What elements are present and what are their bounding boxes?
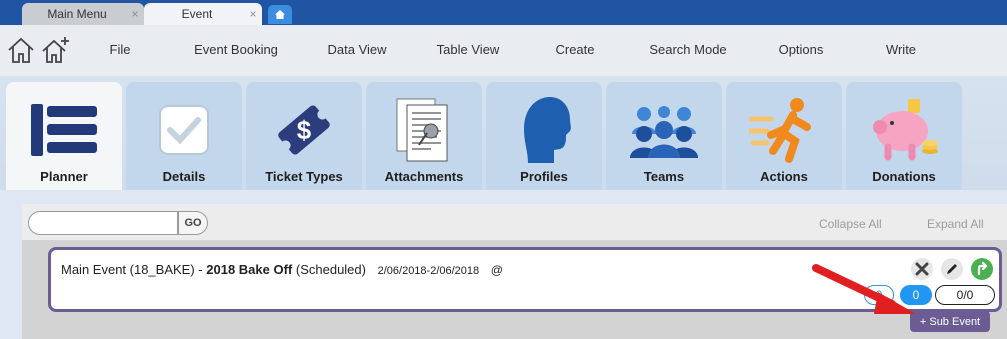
module-label: Profiles bbox=[520, 169, 568, 184]
tab-event[interactable]: Event × bbox=[144, 3, 262, 25]
home-add-icon bbox=[42, 37, 69, 63]
open-event-button[interactable] bbox=[971, 258, 993, 280]
people-group-icon bbox=[626, 92, 702, 168]
module-planner[interactable]: Planner bbox=[6, 82, 122, 190]
module-bar: Planner Details $ Ticket Types Attachmen… bbox=[0, 76, 1007, 190]
go-arrow-icon bbox=[977, 262, 988, 276]
documents-paperclip-icon bbox=[386, 92, 462, 168]
menu-options[interactable]: Options bbox=[779, 42, 824, 57]
menu-event-booking[interactable]: Event Booking bbox=[194, 42, 278, 57]
piggy-bank-icon bbox=[866, 92, 942, 168]
event-dates: 2/06/2018-2/06/2018 bbox=[377, 265, 480, 277]
module-attachments[interactable]: Attachments bbox=[366, 82, 482, 190]
edit-event-button[interactable] bbox=[941, 258, 963, 280]
close-icon[interactable]: × bbox=[126, 7, 144, 21]
new-tab-home-button[interactable] bbox=[268, 5, 292, 24]
close-icon[interactable]: × bbox=[244, 7, 262, 21]
module-actions[interactable]: Actions bbox=[726, 82, 842, 190]
planner-toolbar: GO Collapse All Expand All bbox=[22, 204, 1007, 240]
event-title: Main Event (18_BAKE) - 2018 Bake Off (Sc… bbox=[61, 262, 503, 277]
module-label: Ticket Types bbox=[265, 169, 343, 184]
delete-event-button[interactable] bbox=[911, 258, 933, 280]
module-label: Details bbox=[162, 169, 206, 184]
close-icon bbox=[915, 262, 929, 276]
module-ticket-types[interactable]: $ Ticket Types bbox=[246, 82, 362, 190]
home-icon bbox=[275, 10, 285, 19]
tab-strip: Main Menu × Event × bbox=[0, 0, 1007, 25]
event-prefix: Main Event (18_BAKE) - bbox=[61, 262, 203, 277]
collapse-all-button[interactable]: Collapse All bbox=[819, 217, 882, 231]
planner-icon bbox=[26, 92, 102, 168]
home-icon bbox=[8, 37, 34, 63]
menu-bar: File Event Booking Data View Table View … bbox=[0, 25, 1007, 76]
count-badge[interactable]: 0 bbox=[864, 285, 894, 305]
tab-label: Event bbox=[181, 7, 213, 21]
module-label: Attachments bbox=[384, 169, 464, 184]
menu-write[interactable]: Write bbox=[886, 42, 916, 57]
running-man-icon bbox=[746, 92, 822, 168]
home-button[interactable] bbox=[6, 35, 36, 65]
module-label: Actions bbox=[760, 169, 808, 184]
module-teams[interactable]: Teams bbox=[606, 82, 722, 190]
expand-all-button[interactable]: Expand All bbox=[927, 217, 984, 231]
count-badge[interactable]: 0/0 bbox=[935, 285, 995, 305]
menu-file[interactable]: File bbox=[110, 42, 131, 57]
menu-data-view[interactable]: Data View bbox=[327, 42, 386, 57]
event-status: (Scheduled) bbox=[295, 262, 366, 277]
home-add-button[interactable] bbox=[40, 35, 70, 65]
module-label: Planner bbox=[40, 169, 88, 184]
menu-search-mode[interactable]: Search Mode bbox=[649, 42, 726, 57]
go-button[interactable]: GO bbox=[178, 211, 208, 235]
pencil-icon bbox=[947, 264, 957, 274]
module-donations[interactable]: Donations bbox=[846, 82, 962, 190]
module-details[interactable]: Details bbox=[126, 82, 242, 190]
menu-create[interactable]: Create bbox=[555, 42, 594, 57]
add-sub-event-button[interactable]: + Sub Event bbox=[910, 311, 990, 332]
module-label: Donations bbox=[872, 169, 936, 184]
event-card[interactable]: Main Event (18_BAKE) - 2018 Bake Off (Sc… bbox=[48, 247, 1002, 312]
module-label: Teams bbox=[643, 169, 685, 184]
event-location: @ bbox=[490, 263, 503, 277]
planner-panel: GO Collapse All Expand All Main Event (1… bbox=[22, 204, 1007, 339]
menu-table-view[interactable]: Table View bbox=[437, 42, 500, 57]
svg-text:$: $ bbox=[297, 115, 312, 145]
ticket-dollar-icon: $ bbox=[266, 92, 342, 168]
head-profile-icon bbox=[506, 92, 582, 168]
module-profiles[interactable]: Profiles bbox=[486, 82, 602, 190]
count-badge[interactable]: 0 bbox=[900, 285, 932, 305]
tab-label: Main Menu bbox=[47, 7, 107, 21]
search-input[interactable] bbox=[28, 211, 178, 235]
tab-main-menu[interactable]: Main Menu × bbox=[22, 3, 144, 25]
checkbox-icon bbox=[146, 92, 222, 168]
event-name: 2018 Bake Off bbox=[206, 262, 293, 277]
